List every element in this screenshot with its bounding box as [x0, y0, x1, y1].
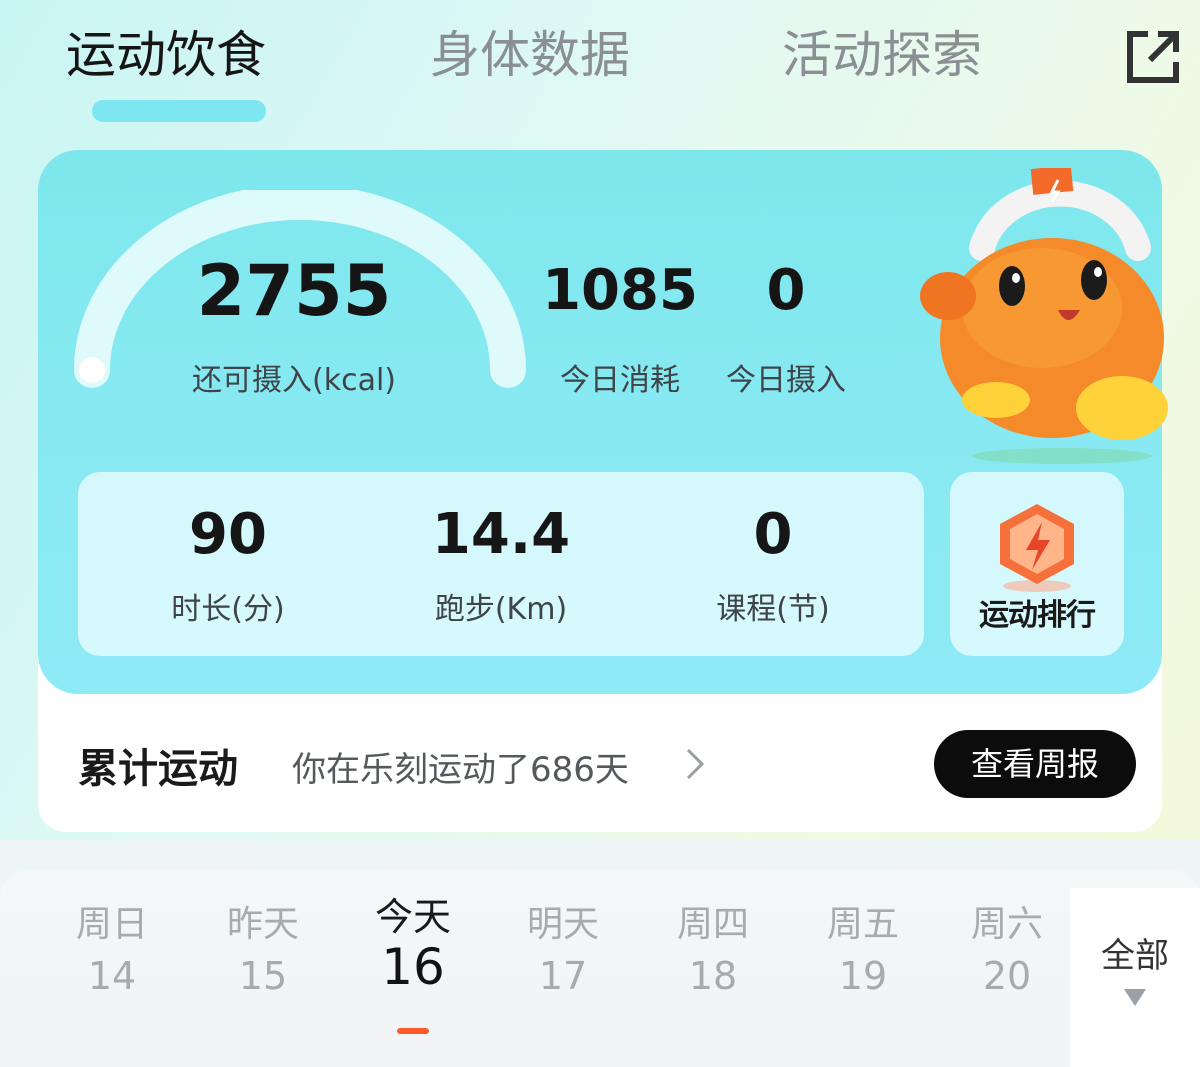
tab-label: 身体数据 [430, 26, 630, 84]
consumed-label: 今日消耗 [560, 363, 680, 398]
lightning-badge-icon [1000, 504, 1074, 592]
stat-running: 14.4 跑步(Km) [371, 472, 631, 656]
exercise-stats-panel[interactable]: 90 时长(分) 14.4 跑步(Km) 0 课程(节) [78, 472, 924, 656]
ranking-label: 运动排行 [979, 598, 1096, 633]
cumulative-days-link[interactable]: 你在乐刻运动了686天 [292, 742, 629, 791]
day-item-today[interactable]: 今天 16 [348, 892, 478, 998]
stat-courses: 0 课程(节) [643, 472, 903, 656]
intake-label: 今日摄入 [726, 363, 846, 398]
day-date: 14 [87, 954, 137, 998]
day-weekday: 周六 [970, 904, 1043, 945]
tab-label: 运动饮食 [66, 26, 266, 84]
stat-value: 0 [753, 502, 793, 567]
day-selector: 周日 14 昨天 15 今天 16 明天 17 周四 18 周五 19 周六 2… [0, 870, 1200, 1067]
day-item[interactable]: 周日 14 [47, 900, 177, 1002]
all-days-filter[interactable]: 全部 [1070, 888, 1200, 1067]
day-item[interactable]: 昨天 15 [198, 900, 328, 1002]
top-tab-bar: 运动饮食 身体数据 活动探索 [0, 22, 1200, 122]
day-date: 20 [982, 954, 1032, 998]
all-filter-label: 全部 [1101, 936, 1169, 976]
cumulative-title: 累计运动 [78, 746, 238, 792]
day-date: 17 [538, 954, 588, 998]
exercise-ranking-button[interactable]: 运动排行 [950, 472, 1124, 656]
day-weekday: 周五 [826, 904, 899, 945]
share-external-icon[interactable] [1124, 28, 1182, 86]
day-date: 19 [838, 954, 888, 998]
tab-body-data[interactable]: 身体数据 [430, 22, 630, 88]
stat-value: 90 [189, 502, 267, 567]
remaining-kcal-label: 还可摄入(kcal) [192, 363, 396, 398]
day-date: 15 [238, 954, 288, 998]
active-tab-indicator [92, 100, 266, 122]
tab-exercise-diet[interactable]: 运动饮食 [66, 22, 266, 88]
stat-label: 课程(节) [716, 592, 830, 627]
consumed-value: 1085 [542, 258, 698, 323]
day-item[interactable]: 周四 18 [648, 900, 778, 1002]
day-date: 18 [688, 954, 738, 998]
day-weekday: 周四 [676, 904, 749, 945]
kettlebell-mascot [920, 168, 1168, 464]
day-weekday: 明天 [526, 904, 599, 945]
stat-label: 跑步(Km) [434, 592, 568, 627]
day-item[interactable]: 周六 20 [942, 900, 1072, 1002]
intake-value: 0 [766, 258, 806, 323]
day-item[interactable]: 周五 19 [798, 900, 928, 1002]
day-weekday: 昨天 [226, 904, 299, 945]
day-weekday: 今天 [374, 895, 451, 939]
stat-value: 14.4 [431, 502, 571, 567]
remaining-kcal-value: 2755 [196, 250, 392, 332]
view-weekly-report-button[interactable]: 查看周报 [934, 730, 1136, 798]
tab-activity-explore[interactable]: 活动探索 [782, 22, 982, 88]
chevron-right-icon[interactable] [680, 744, 710, 784]
stat-label: 时长(分) [171, 592, 285, 627]
active-day-indicator [397, 1028, 429, 1034]
caret-down-icon [1124, 989, 1146, 1006]
day-weekday: 周日 [75, 904, 148, 945]
day-item[interactable]: 明天 17 [498, 900, 628, 1002]
tab-label: 活动探索 [782, 26, 982, 84]
stat-duration: 90 时长(分) [98, 472, 358, 656]
day-date: 16 [381, 938, 445, 996]
